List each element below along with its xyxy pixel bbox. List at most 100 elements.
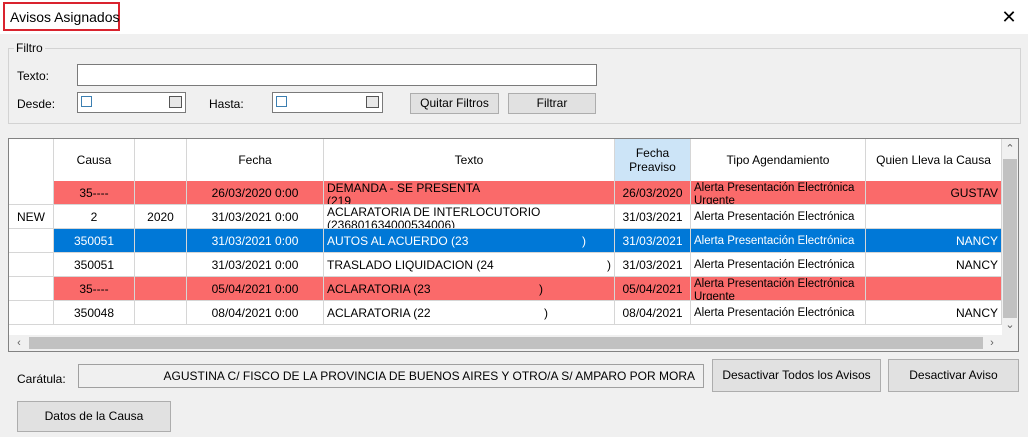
cell-texto[interactable]: TRASLADO LIQUIDACION (24): [324, 253, 615, 277]
header-texto[interactable]: Texto: [324, 139, 615, 181]
scroll-down-icon[interactable]: ⌄: [1002, 317, 1018, 333]
table-row[interactable]: NEW 2 2020 31/03/2021 0:00 ACLARATORIA DE IN…: [9, 205, 1002, 229]
cell-texto[interactable]: ACLARATORIA (22): [324, 301, 615, 325]
desde-checkbox[interactable]: [81, 96, 92, 107]
cell-causa[interactable]: 350051: [54, 229, 135, 253]
cell-quien-lleva[interactable]: GUSTAV: [866, 181, 1002, 205]
hasta-date-picker[interactable]: [272, 92, 383, 113]
cell-texto[interactable]: DEMANDA - SE PRESENTA (219: [324, 181, 615, 205]
header-fecha[interactable]: Fecha: [187, 139, 324, 181]
cell-fecha-preaviso[interactable]: 05/04/2021: [615, 277, 691, 301]
table-row[interactable]: 35---- 05/04/2021 0:00 ACLARATORIA (23) 05/…: [9, 277, 1002, 301]
table-row[interactable]: 350051 31/03/2021 0:00 AUTOS AL ACUERDO (2…: [9, 229, 1002, 253]
cell-anio[interactable]: [135, 229, 187, 253]
cell-indicator[interactable]: [9, 277, 54, 301]
cell-fecha[interactable]: 08/04/2021 0:00: [187, 301, 324, 325]
cell-causa[interactable]: 2: [54, 205, 135, 229]
texto-closing-paren: ): [544, 306, 548, 320]
cell-indicator[interactable]: [9, 229, 54, 253]
cell-fecha-preaviso[interactable]: 31/03/2021: [615, 205, 691, 229]
cell-tipo-agendamiento-subline: Urgente: [694, 291, 735, 301]
cell-causa-text: 2: [90, 210, 98, 224]
cell-quien-lleva[interactable]: [866, 205, 1002, 229]
title-bar: Avisos Asignados ✕: [0, 0, 1028, 34]
header-quien-lleva[interactable]: Quien Lleva la Causa: [866, 139, 1002, 181]
cell-fecha-preaviso[interactable]: 31/03/2021: [615, 253, 691, 277]
texto-input[interactable]: [77, 64, 597, 86]
cell-causa[interactable]: 35----: [54, 181, 135, 205]
close-icon[interactable]: ✕: [998, 6, 1020, 28]
header-anio[interactable]: [135, 139, 187, 181]
cell-indicator[interactable]: [9, 181, 54, 205]
window-title: Avisos Asignados: [10, 9, 120, 25]
desde-label: Desde:: [17, 97, 56, 111]
desactivar-aviso-button[interactable]: Desactivar Aviso: [888, 359, 1019, 392]
hasta-checkbox[interactable]: [276, 96, 287, 107]
cell-fecha-text: 31/03/2021 0:00: [211, 234, 299, 248]
header-causa[interactable]: Causa: [54, 139, 135, 181]
table-row[interactable]: 350051 31/03/2021 0:00 TRASLADO LIQUIDACIO…: [9, 253, 1002, 277]
horizontal-scroll-thumb[interactable]: [29, 337, 983, 349]
cell-quien-lleva[interactable]: NANCY: [866, 229, 1002, 253]
quitar-filtros-button[interactable]: Quitar Filtros: [410, 93, 499, 114]
cell-texto[interactable]: ACLARATORIA (23): [324, 277, 615, 301]
desde-date-picker[interactable]: [77, 92, 186, 113]
table-row[interactable]: 35---- 26/03/2020 0:00 DEMANDA - SE PRESEN…: [9, 181, 1002, 205]
vertical-scrollbar[interactable]: ⌃ ⌄: [1002, 139, 1018, 335]
texto-label: Texto:: [17, 69, 50, 83]
cell-fecha-preaviso-text: 31/03/2021: [622, 234, 683, 248]
cell-fecha-preaviso[interactable]: 08/04/2021: [615, 301, 691, 325]
cell-indicator[interactable]: NEW: [9, 205, 54, 229]
cell-quien-lleva[interactable]: NANCY: [866, 253, 1002, 277]
desactivar-todos-button[interactable]: Desactivar Todos los Avisos: [712, 359, 881, 392]
horizontal-scrollbar[interactable]: ‹ ›: [9, 335, 1002, 351]
cell-anio[interactable]: [135, 301, 187, 325]
avisos-grid[interactable]: Causa Fecha Texto Fecha Preaviso Tipo Ag…: [8, 138, 1019, 352]
cell-fecha[interactable]: 05/04/2021 0:00: [187, 277, 324, 301]
cell-texto[interactable]: ACLARATORIA DE INTERLOCUTORIO (2368016340…: [324, 205, 615, 229]
table-row[interactable]: 350048 08/04/2021 0:00 ACLARATORIA (22) 08/…: [9, 301, 1002, 325]
cell-indicator[interactable]: [9, 253, 54, 277]
cell-causa[interactable]: 350051: [54, 253, 135, 277]
header-tipo-agendamiento[interactable]: Tipo Agendamiento: [691, 139, 866, 181]
cell-quien-lleva[interactable]: [866, 277, 1002, 301]
cell-anio[interactable]: 2020: [135, 205, 187, 229]
cell-anio[interactable]: [135, 253, 187, 277]
cell-fecha[interactable]: 31/03/2021 0:00: [187, 229, 324, 253]
vertical-scroll-thumb[interactable]: [1003, 159, 1017, 318]
cell-tipo-agendamiento[interactable]: Alerta Presentación Electrónica: [691, 301, 866, 325]
cell-tipo-agendamiento[interactable]: Alerta Presentación Electrónica Urgente: [691, 181, 866, 205]
cell-tipo-agendamiento-subline: Urgente: [694, 195, 735, 205]
calendar-icon[interactable]: [366, 96, 379, 108]
cell-causa[interactable]: 35----: [54, 277, 135, 301]
cell-fecha-preaviso[interactable]: 31/03/2021: [615, 229, 691, 253]
cell-tipo-agendamiento[interactable]: Alerta Presentación Electrónica: [691, 205, 866, 229]
header-fecha-preaviso[interactable]: Fecha Preaviso: [615, 139, 691, 181]
scroll-left-icon[interactable]: ‹: [11, 335, 27, 351]
cell-quien-lleva[interactable]: NANCY: [866, 301, 1002, 325]
cell-fecha[interactable]: 31/03/2021 0:00: [187, 205, 324, 229]
datos-causa-button[interactable]: Datos de la Causa: [17, 401, 171, 432]
cell-quien-lleva-text: NANCY: [955, 306, 998, 320]
cell-quien-lleva-text: GUSTAV: [950, 186, 998, 200]
cell-tipo-agendamiento[interactable]: Alerta Presentación Electrónica: [691, 253, 866, 277]
cell-fecha-preaviso-text: 31/03/2021: [622, 258, 683, 272]
cell-indicator[interactable]: [9, 301, 54, 325]
header-indicator[interactable]: [9, 139, 54, 181]
cell-anio[interactable]: [135, 277, 187, 301]
filtrar-button[interactable]: Filtrar: [508, 93, 596, 114]
scroll-right-icon[interactable]: ›: [984, 335, 1000, 351]
cell-fecha[interactable]: 26/03/2020 0:00: [187, 181, 324, 205]
scroll-up-icon[interactable]: ⌃: [1002, 141, 1018, 157]
cell-tipo-agendamiento[interactable]: Alerta Presentación Electrónica: [691, 229, 866, 253]
cell-anio[interactable]: [135, 181, 187, 205]
cell-causa[interactable]: 350048: [54, 301, 135, 325]
cell-tipo-agendamiento[interactable]: Alerta Presentación Electrónica Urgente: [691, 277, 866, 301]
cell-tipo-agendamiento-line: Alerta Presentación Electrónica: [694, 278, 855, 290]
cell-fecha[interactable]: 31/03/2021 0:00: [187, 253, 324, 277]
cell-texto[interactable]: AUTOS AL ACUERDO (23): [324, 229, 615, 253]
calendar-icon[interactable]: [169, 96, 182, 108]
cell-fecha-preaviso[interactable]: 26/03/2020: [615, 181, 691, 205]
cell-fecha-preaviso-text: 26/03/2020: [622, 186, 683, 200]
cell-texto-text: ACLARATORIA (23: [327, 282, 431, 296]
